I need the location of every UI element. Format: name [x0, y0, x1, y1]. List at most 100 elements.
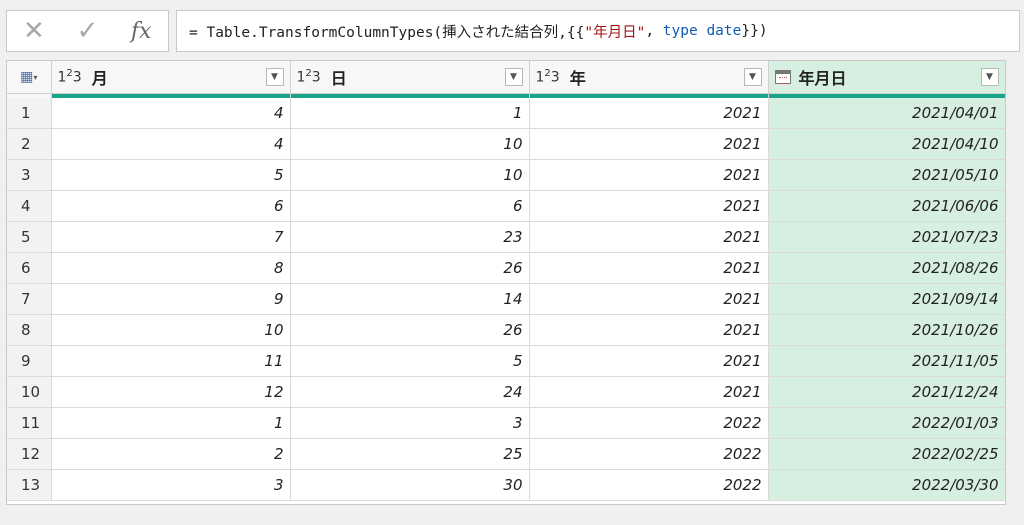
- table-row[interactable]: 7 9 14 2021 2021/09/14: [7, 283, 1005, 315]
- cell-month[interactable]: 10: [51, 314, 291, 346]
- cell-year[interactable]: 2021: [529, 159, 769, 191]
- table-row[interactable]: 3 5 10 2021 2021/05/10: [7, 159, 1005, 191]
- formula-type: date: [697, 23, 742, 39]
- table-row[interactable]: 2 4 10 2021 2021/04/10: [7, 128, 1005, 160]
- cell-date[interactable]: 2021/06/06: [768, 190, 1005, 222]
- cell-year[interactable]: 2021: [529, 190, 769, 222]
- table-row[interactable]: 13 3 30 2022 2022/03/30: [7, 469, 1005, 501]
- column-header-date[interactable]: 年月日 ▼: [768, 61, 1005, 94]
- cell-month[interactable]: 6: [51, 190, 291, 222]
- cell-year[interactable]: 2021: [529, 221, 769, 253]
- cell-day[interactable]: 14: [290, 283, 530, 315]
- column-header-month[interactable]: 123 月 ▼: [51, 61, 291, 94]
- filter-dropdown-icon[interactable]: ▼: [504, 68, 523, 86]
- cell-day[interactable]: 3: [290, 407, 530, 439]
- table-row[interactable]: 4 6 6 2021 2021/06/06: [7, 190, 1005, 222]
- cell-day[interactable]: 25: [290, 438, 530, 470]
- table-menu-button[interactable]: ▦ ▾: [7, 61, 52, 94]
- cell-day[interactable]: 26: [290, 252, 530, 284]
- row-number[interactable]: 13: [7, 469, 52, 501]
- row-number[interactable]: 1: [7, 98, 52, 129]
- cell-year[interactable]: 2021: [529, 314, 769, 346]
- cell-month[interactable]: 5: [51, 159, 291, 191]
- cell-day[interactable]: 5: [290, 345, 530, 377]
- cell-day[interactable]: 30: [290, 469, 530, 501]
- filter-dropdown-icon[interactable]: ▼: [980, 68, 999, 86]
- check-icon[interactable]: ✓: [61, 11, 115, 51]
- cell-month[interactable]: 12: [51, 376, 291, 408]
- cell-year[interactable]: 2021: [529, 376, 769, 408]
- cell-year[interactable]: 2021: [529, 283, 769, 315]
- cell-month[interactable]: 2: [51, 438, 291, 470]
- cell-month[interactable]: 9: [51, 283, 291, 315]
- cell-month[interactable]: 4: [51, 128, 291, 160]
- cell-date[interactable]: 2021/12/24: [768, 376, 1005, 408]
- cell-date[interactable]: 2021/05/10: [768, 159, 1005, 191]
- row-number[interactable]: 10: [7, 376, 52, 408]
- row-number[interactable]: 8: [7, 314, 52, 346]
- row-number[interactable]: 12: [7, 438, 52, 470]
- close-icon[interactable]: ✕: [7, 11, 61, 51]
- number-type-icon[interactable]: 123: [58, 68, 82, 86]
- row-number[interactable]: 9: [7, 345, 52, 377]
- cell-date[interactable]: 2021/11/05: [768, 345, 1005, 377]
- cell-year[interactable]: 2021: [529, 345, 769, 377]
- cell-date[interactable]: 2022/03/30: [768, 469, 1005, 501]
- cell-month[interactable]: 8: [51, 252, 291, 284]
- row-number[interactable]: 7: [7, 283, 52, 315]
- number-type-icon[interactable]: 123: [297, 68, 321, 86]
- row-number[interactable]: 6: [7, 252, 52, 284]
- table-row[interactable]: 9 11 5 2021 2021/11/05: [7, 345, 1005, 377]
- cell-month[interactable]: 1: [51, 407, 291, 439]
- cell-day[interactable]: 6: [290, 190, 530, 222]
- column-header-year[interactable]: 123 年 ▼: [529, 61, 769, 94]
- cell-month[interactable]: 7: [51, 221, 291, 253]
- cell-day[interactable]: 1: [290, 98, 530, 129]
- row-number[interactable]: 4: [7, 190, 52, 222]
- table-row[interactable]: 8 10 26 2021 2021/10/26: [7, 314, 1005, 346]
- cell-year[interactable]: 2021: [529, 98, 769, 129]
- cell-day[interactable]: 24: [290, 376, 530, 408]
- cell-day[interactable]: 26: [290, 314, 530, 346]
- fx-icon[interactable]: fx: [114, 11, 168, 51]
- calendar-icon[interactable]: [774, 70, 791, 84]
- cell-year[interactable]: 2021: [529, 252, 769, 284]
- cell-date[interactable]: 2021/10/26: [768, 314, 1005, 346]
- cell-date[interactable]: 2021/04/01: [768, 98, 1005, 129]
- table-row[interactable]: 5 7 23 2021 2021/07/23: [7, 221, 1005, 253]
- row-number[interactable]: 5: [7, 221, 52, 253]
- cell-date[interactable]: 2021/09/14: [768, 283, 1005, 315]
- cell-date[interactable]: 2021/04/10: [768, 128, 1005, 160]
- formula-sep: ,: [645, 23, 663, 39]
- row-number[interactable]: 3: [7, 159, 52, 191]
- table-row[interactable]: 11 1 3 2022 2022/01/03: [7, 407, 1005, 439]
- number-type-icon[interactable]: 123: [536, 68, 560, 86]
- table-row[interactable]: 10 12 24 2021 2021/12/24: [7, 376, 1005, 408]
- cell-year[interactable]: 2022: [529, 438, 769, 470]
- cell-year[interactable]: 2021: [529, 128, 769, 160]
- cell-date[interactable]: 2021/08/26: [768, 252, 1005, 284]
- cell-date[interactable]: 2022/02/25: [768, 438, 1005, 470]
- cell-year[interactable]: 2022: [529, 407, 769, 439]
- row-number[interactable]: 2: [7, 128, 52, 160]
- formula-controls: ✕ ✓ fx: [6, 10, 169, 52]
- cell-month[interactable]: 4: [51, 98, 291, 129]
- table-row[interactable]: 1 4 1 2021 2021/04/01: [7, 98, 1005, 129]
- cell-month[interactable]: 3: [51, 469, 291, 501]
- formula-bar[interactable]: = Table.TransformColumnTypes(挿入された結合列,{{…: [176, 10, 1020, 52]
- cell-day[interactable]: 23: [290, 221, 530, 253]
- table-row[interactable]: 6 8 26 2021 2021/08/26: [7, 252, 1005, 284]
- cell-date[interactable]: 2022/01/03: [768, 407, 1005, 439]
- cell-date[interactable]: 2021/07/23: [768, 221, 1005, 253]
- formula-suffix: }}): [741, 23, 768, 39]
- cell-day[interactable]: 10: [290, 159, 530, 191]
- filter-dropdown-icon[interactable]: ▼: [743, 68, 762, 86]
- cell-year[interactable]: 2022: [529, 469, 769, 501]
- cell-day[interactable]: 10: [290, 128, 530, 160]
- row-number[interactable]: 11: [7, 407, 52, 439]
- column-name: 日: [330, 69, 347, 88]
- filter-dropdown-icon[interactable]: ▼: [265, 68, 284, 86]
- column-header-day[interactable]: 123 日 ▼: [290, 61, 530, 94]
- table-row[interactable]: 12 2 25 2022 2022/02/25: [7, 438, 1005, 470]
- cell-month[interactable]: 11: [51, 345, 291, 377]
